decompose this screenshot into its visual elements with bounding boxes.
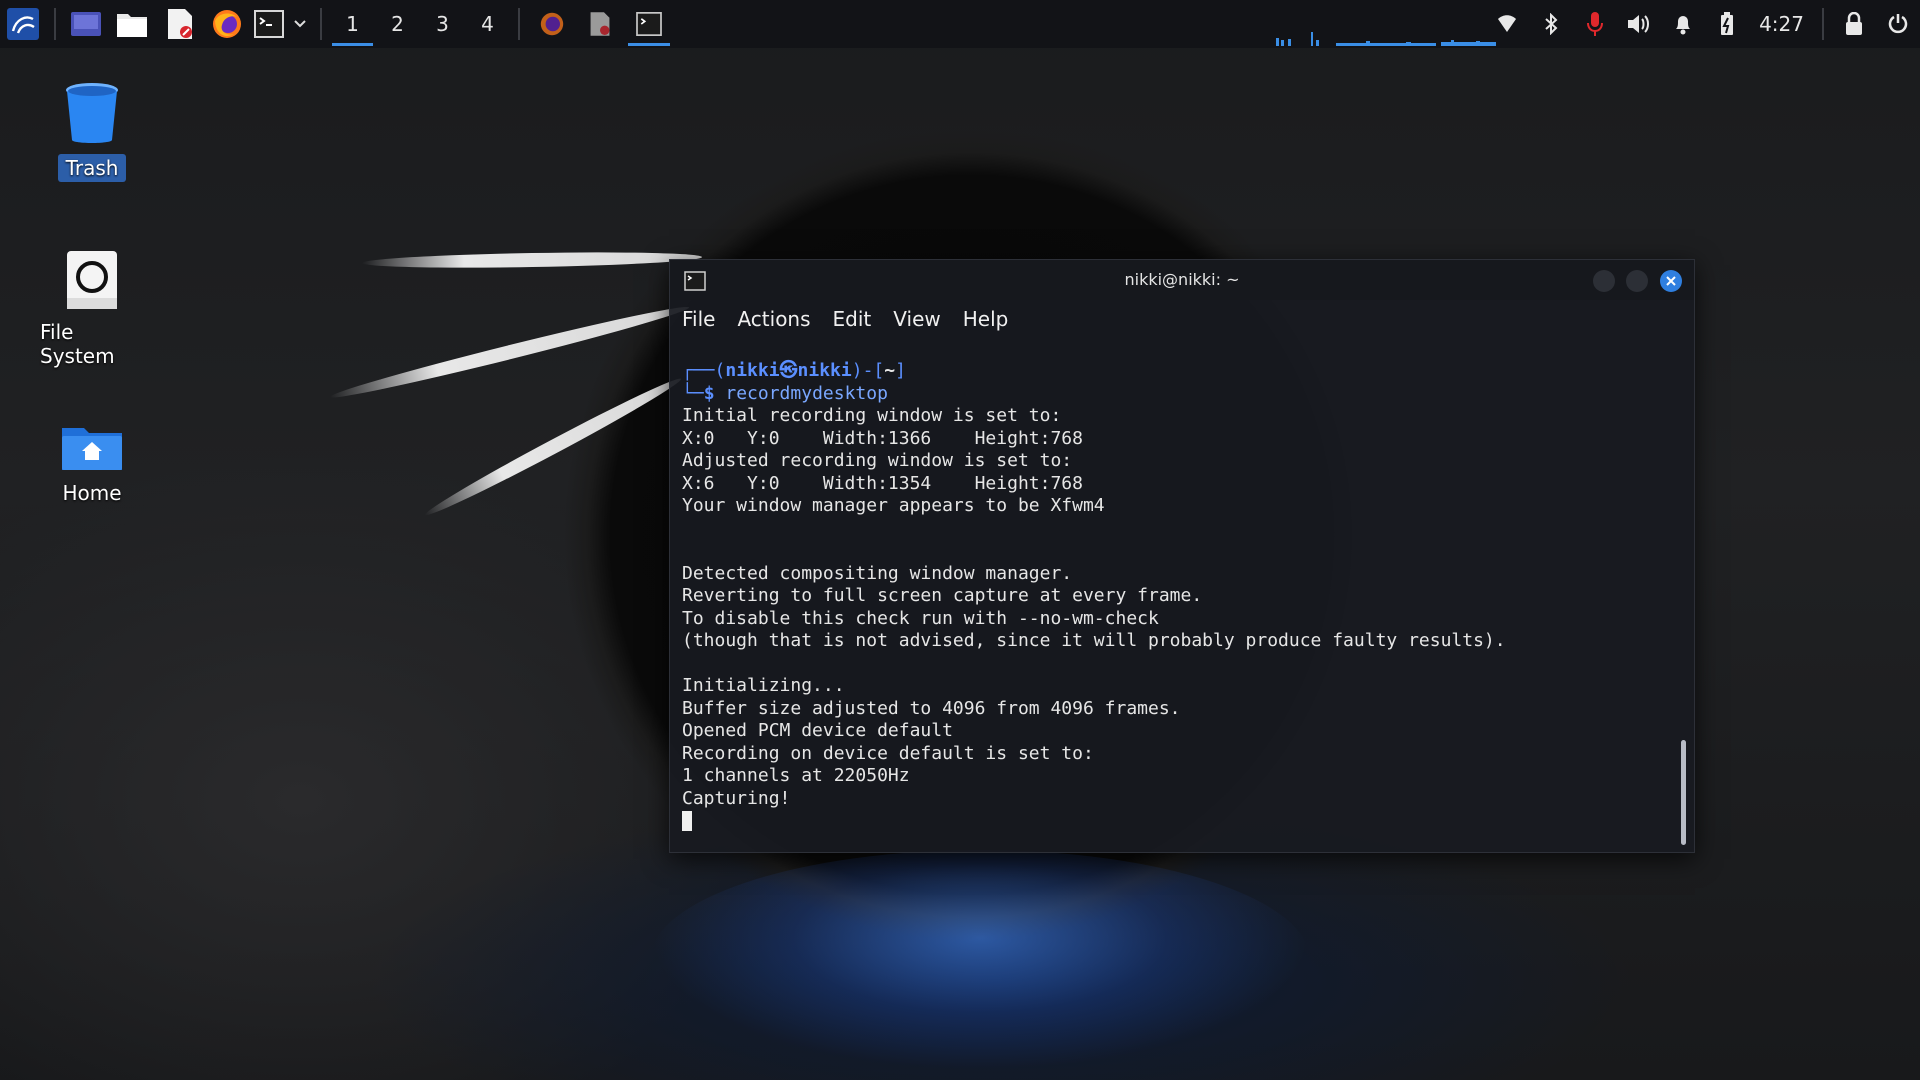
text-editor-icon [168, 9, 192, 39]
desktop-icon-file-system[interactable]: File System [32, 250, 152, 370]
power-icon [1888, 14, 1908, 34]
menu-bar: File Actions Edit View Help [670, 300, 1694, 338]
panel-separator [1822, 8, 1824, 40]
workspace-4-button[interactable]: 4 [465, 0, 510, 48]
output-line: Detected compositing window manager. [682, 562, 1073, 584]
output-line: To disable this check run with --no-wm-c… [682, 607, 1159, 629]
output-line: 1 channels at 22050Hz [682, 765, 910, 786]
close-icon [1666, 276, 1676, 286]
wallpaper-claw [361, 250, 703, 270]
lock-icon [1846, 12, 1862, 35]
text-cursor [682, 811, 692, 831]
prompt-line-2: └─$ recordmydesktop [682, 382, 888, 404]
panel-separator [518, 8, 520, 40]
terminal-task-icon [636, 12, 662, 36]
power-manager-button[interactable] [1705, 0, 1749, 48]
scrollbar[interactable] [1681, 740, 1686, 845]
taskbar-firefox[interactable] [528, 0, 576, 48]
terminal-output[interactable]: ┌──(nikki㉿nikki)-[~] └─$ recordmydesktop I… [682, 360, 1664, 833]
home-folder-icon [62, 428, 122, 470]
kali-menu-button[interactable] [0, 0, 46, 48]
wifi-icon [1498, 15, 1517, 32]
top-panel: 1 2 3 4 4:27 [0, 0, 1920, 48]
desktop-icon-label: Trash [57, 154, 127, 182]
output-line: Adjusted recording window is set to: [682, 450, 1073, 471]
prompt-line-1: ┌──(nikki㉿nikki)-[~] [682, 360, 906, 381]
terminal-launcher[interactable] [250, 0, 288, 48]
system-tray: 4:27 [1485, 0, 1920, 48]
terminal-launcher-dropdown[interactable] [288, 0, 312, 48]
workspace-3-button[interactable]: 3 [420, 0, 465, 48]
terminal-icon [254, 10, 284, 38]
firefox-task-icon [540, 12, 564, 36]
drive-icon [67, 251, 117, 309]
output-line: (though that is not advised, since it wi… [682, 630, 1506, 651]
output-line: Opened PCM device default [682, 720, 953, 741]
desktop-icon-label: File System [40, 320, 115, 368]
text-editor-task-icon [590, 12, 610, 36]
output-line: X:6 Y:0 Width:1354 Height:768 [682, 472, 1083, 494]
kali-menu-icon [7, 8, 39, 40]
chevron-down-icon [294, 20, 306, 28]
menu-edit[interactable]: Edit [833, 307, 872, 331]
output-line: Capturing! [682, 787, 791, 809]
output-line: Your window manager appears to be Xfwm4 [682, 495, 1105, 516]
clock[interactable]: 4:27 [1749, 12, 1814, 36]
file-manager-icon [117, 14, 147, 37]
wallpaper-blue-glow [650, 850, 1310, 1070]
menu-actions[interactable]: Actions [737, 307, 810, 331]
trash-icon [66, 83, 118, 143]
notifications-button[interactable] [1661, 0, 1705, 48]
microphone-button[interactable] [1573, 0, 1617, 48]
workspace-1-button[interactable]: 1 [330, 0, 375, 48]
output-line: X:0 Y:0 Width:1366 Height:768 [682, 427, 1083, 449]
logout-button[interactable] [1876, 0, 1920, 48]
lock-screen-button[interactable] [1832, 0, 1876, 48]
desktop-icon-trash[interactable]: Trash [32, 82, 152, 182]
command-text: recordmydesktop [725, 382, 888, 404]
output-line: Reverting to full screen capture at ever… [682, 585, 1203, 606]
workspace-switcher-button[interactable] [64, 0, 108, 48]
output-line: Initializing... [682, 675, 845, 696]
bell-icon [1676, 16, 1691, 35]
workspace-switcher-icon [71, 12, 101, 36]
microphone-icon [1587, 12, 1604, 36]
file-manager-launcher[interactable] [108, 0, 156, 48]
bluetooth-icon [1545, 13, 1558, 35]
panel-separator [54, 8, 56, 40]
text-editor-launcher[interactable] [156, 0, 204, 48]
workspace-2-button[interactable]: 2 [375, 0, 420, 48]
cursor-line [682, 810, 1664, 833]
firefox-icon [213, 10, 241, 38]
firefox-launcher[interactable] [204, 0, 250, 48]
battery-icon [1721, 12, 1734, 35]
panel-separator [320, 8, 322, 40]
output-line: Buffer size adjusted to 4096 from 4096 f… [682, 697, 1181, 719]
window-title: nikki@nikki: ~ [1124, 270, 1240, 289]
terminal-window: nikki@nikki: ~ File Actions Edit View He… [669, 259, 1695, 853]
menu-file[interactable]: File [682, 307, 715, 331]
desktop-icon-home[interactable]: Home [32, 425, 152, 507]
desktop-icon-label: Home [62, 481, 122, 505]
network-button[interactable] [1485, 0, 1529, 48]
menu-help[interactable]: Help [963, 307, 1009, 331]
menu-view[interactable]: View [893, 307, 940, 331]
window-titlebar[interactable]: nikki@nikki: ~ [670, 260, 1694, 300]
taskbar-terminal[interactable] [624, 0, 674, 48]
close-button[interactable] [1660, 270, 1682, 292]
maximize-button[interactable] [1626, 270, 1648, 292]
output-line: Recording on device default is set to: [682, 742, 1094, 764]
volume-button[interactable] [1617, 0, 1661, 48]
output-line: Initial recording window is set to: [682, 405, 1062, 426]
minimize-button[interactable] [1593, 270, 1615, 292]
volume-icon [1628, 15, 1650, 33]
cpu-graph [1276, 32, 1496, 46]
taskbar-text-editor[interactable] [576, 0, 624, 48]
bluetooth-button[interactable] [1529, 0, 1573, 48]
